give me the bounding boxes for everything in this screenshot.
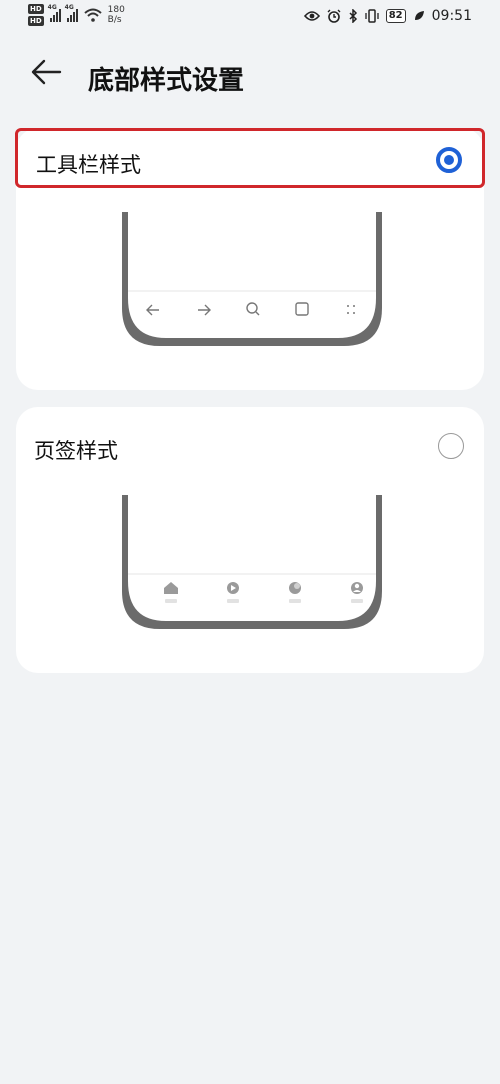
home-icon [164,582,178,603]
app-bar: 底部样式设置 [0,50,500,102]
wifi-icon [84,8,102,22]
speed-value: 180 [107,5,125,15]
clock: 09:51 [431,8,472,24]
alarm-icon [327,9,341,23]
toolbar-style-preview [122,212,382,346]
tab-style-label: 页签样式 [34,439,118,463]
sim2-hd-badge: HD [28,16,44,26]
battery-indicator: 82 [385,9,406,23]
discover-icon [289,582,301,603]
page-title: 底部样式设置 [88,66,245,96]
back-arrow-icon [31,59,62,85]
search-icon [246,302,260,316]
toolbar-style-card[interactable]: 工具栏样式 [15,128,485,390]
speed-unit: B/s [107,15,122,25]
status-left: HD HD 4G 4G 180 B/s [28,4,125,26]
network2-label: 4G [64,4,74,11]
bluetooth-icon [349,9,357,23]
sim-indicators: HD HD [28,4,44,26]
leaf-icon [414,11,424,20]
profile-icon [351,582,363,603]
menu-dots-icon [347,305,355,314]
signal-icon: 4G [48,4,61,22]
eye-icon [303,11,320,21]
signal-icon: 4G [65,4,78,22]
network-speed: 180 B/s [108,5,125,25]
network1-label: 4G [47,4,57,11]
back-arrow-icon [146,304,159,316]
status-bar: HD HD 4G 4G 180 B/s 82 09:51 [0,0,500,36]
tab-style-option[interactable]: 页签样式 [16,407,484,473]
video-play-icon [227,582,239,603]
toolbar-style-option[interactable]: 工具栏样式 [15,128,485,188]
status-right: 82 09:51 [303,8,472,24]
tab-style-radio[interactable] [438,433,464,459]
vibrate-icon [365,9,379,23]
tab-style-card[interactable]: 页签样式 [16,407,484,673]
tabs-square-icon [295,302,309,316]
toolbar-style-radio[interactable] [436,147,462,173]
forward-arrow-icon [198,304,211,316]
sim1-hd-badge: HD [28,4,44,14]
back-button[interactable] [30,58,70,94]
toolbar-style-label: 工具栏样式 [36,153,141,177]
tab-style-preview [122,495,382,629]
